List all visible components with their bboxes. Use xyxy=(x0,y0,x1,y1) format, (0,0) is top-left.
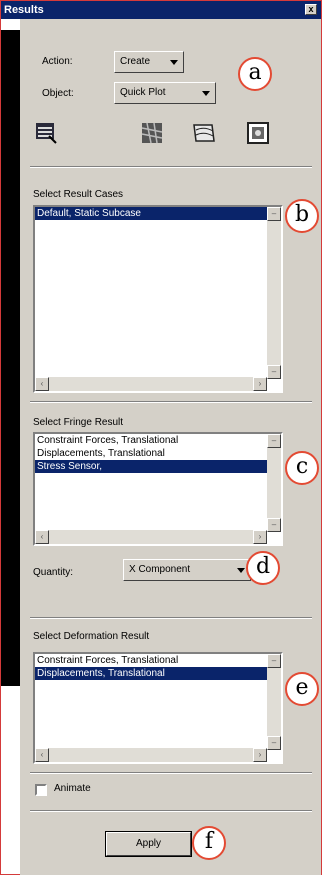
chevron-down-icon xyxy=(237,568,245,573)
close-icon[interactable]: x xyxy=(305,4,317,15)
callout-c: c xyxy=(285,451,319,485)
scroll-up-icon[interactable]: – xyxy=(267,434,281,448)
separator xyxy=(30,401,312,403)
results-panel: Action: Create Object: Quick Plot Select… xyxy=(20,19,321,875)
action-label: Action: xyxy=(42,56,73,67)
scroll-left-icon[interactable]: ‹ xyxy=(35,377,49,391)
display-attributes-icon[interactable] xyxy=(245,120,271,146)
scroll-left-icon[interactable]: ‹ xyxy=(35,748,49,762)
scroll-left-icon[interactable]: ‹ xyxy=(35,530,49,544)
fringe-plot-icon[interactable] xyxy=(139,120,165,146)
chevron-down-icon xyxy=(170,60,178,65)
chevron-down-icon xyxy=(202,91,210,96)
fringe-result-label: Select Fringe Result xyxy=(33,417,124,428)
action-dropdown[interactable]: Create xyxy=(114,51,184,73)
object-value: Quick Plot xyxy=(120,87,166,98)
object-label: Object: xyxy=(42,88,74,99)
action-value: Create xyxy=(120,56,151,67)
callout-d: d xyxy=(246,551,280,585)
scroll-up-icon[interactable]: – xyxy=(267,207,281,221)
horizontal-scrollbar[interactable]: ‹ › xyxy=(35,748,267,762)
separator xyxy=(30,810,312,812)
list-item[interactable]: Stress Sensor, xyxy=(35,460,281,473)
list-item[interactable]: Constraint Forces, Translational xyxy=(35,434,281,447)
callout-f: f xyxy=(192,826,226,860)
callout-e: e xyxy=(285,672,319,706)
select-results-icon[interactable] xyxy=(33,120,59,146)
apply-button[interactable]: Apply xyxy=(105,831,192,857)
vertical-scrollbar[interactable]: – – xyxy=(267,434,281,532)
list-item[interactable]: Constraint Forces, Translational xyxy=(35,654,281,667)
scroll-up-icon[interactable]: – xyxy=(267,654,281,668)
scroll-down-icon[interactable]: – xyxy=(267,365,281,379)
horizontal-scrollbar[interactable]: ‹ › xyxy=(35,530,267,544)
result-cases-list[interactable]: Default, Static Subcase – – ‹ › xyxy=(33,205,283,393)
scroll-down-icon[interactable]: – xyxy=(267,736,281,750)
animate-label: Animate xyxy=(54,783,91,794)
title-bar[interactable]: Results x xyxy=(1,1,321,19)
deformation-result-label: Select Deformation Result xyxy=(33,631,150,642)
fringe-result-list[interactable]: Constraint Forces, Translational Displac… xyxy=(33,432,283,546)
object-dropdown[interactable]: Quick Plot xyxy=(114,82,216,104)
callout-b: b xyxy=(285,199,319,233)
scroll-right-icon[interactable]: › xyxy=(253,530,267,544)
quantity-dropdown[interactable]: X Component xyxy=(123,559,251,581)
separator xyxy=(30,166,312,168)
list-item[interactable]: Default, Static Subcase xyxy=(35,207,281,220)
scroll-down-icon[interactable]: – xyxy=(267,518,281,532)
separator xyxy=(30,772,312,774)
deformation-plot-icon[interactable] xyxy=(191,120,217,146)
list-item[interactable]: Displacements, Translational xyxy=(35,447,281,460)
callout-a: a xyxy=(238,57,272,91)
quantity-label: Quantity: xyxy=(33,567,74,578)
scroll-right-icon[interactable]: › xyxy=(253,377,267,391)
horizontal-scrollbar[interactable]: ‹ › xyxy=(35,377,267,391)
vertical-scrollbar[interactable]: – – xyxy=(267,654,281,750)
animate-checkbox[interactable] xyxy=(35,784,47,796)
window-title: Results xyxy=(4,4,44,16)
separator xyxy=(30,617,312,619)
deformation-result-list[interactable]: Constraint Forces, Translational Displac… xyxy=(33,652,283,764)
scroll-right-icon[interactable]: › xyxy=(253,748,267,762)
list-item[interactable]: Displacements, Translational xyxy=(35,667,281,680)
quantity-value: X Component xyxy=(129,564,191,575)
result-cases-label: Select Result Cases xyxy=(33,189,124,200)
vertical-scrollbar[interactable]: – – xyxy=(267,207,281,379)
